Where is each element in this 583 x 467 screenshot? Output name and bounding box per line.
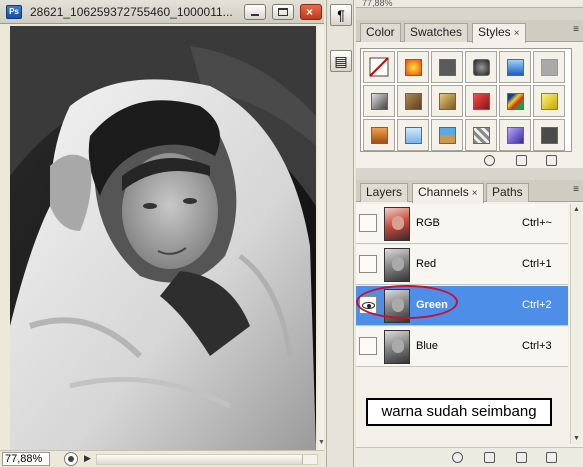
channel-shortcut: Ctrl+~ <box>522 217 552 229</box>
chrome-icon[interactable] <box>465 119 497 151</box>
tab-close-icon[interactable]: × <box>514 28 520 39</box>
styles-panel: Color Swatches Styles × ≡ <box>356 20 583 168</box>
orange-glow-icon[interactable] <box>397 51 429 83</box>
new-style-icon[interactable] <box>516 155 527 166</box>
channel-row-red[interactable]: Red Ctrl+1 <box>356 245 568 285</box>
channel-row-rgb[interactable]: RGB Ctrl+~ <box>356 204 568 244</box>
styles-grid <box>360 48 572 152</box>
rainbow-stripe-icon[interactable] <box>499 85 531 117</box>
delete-channel-icon[interactable] <box>546 452 557 463</box>
status-info-icon[interactable] <box>64 452 78 466</box>
styles-panel-tabbar: Color Swatches Styles × ≡ <box>356 20 583 43</box>
layers-panel: Layers Channels × Paths ≡ RGB Ctrl+~ Red … <box>356 180 583 467</box>
status-menu-arrow-icon[interactable]: ▶ <box>84 453 91 464</box>
channel-thumbnail <box>384 207 410 241</box>
new-channel-icon[interactable] <box>516 452 527 463</box>
gray-bevel-icon[interactable] <box>363 85 395 117</box>
tab-close-icon[interactable]: × <box>472 188 478 199</box>
zoom-level-field[interactable]: 77,88% <box>2 452 50 466</box>
maximize-button[interactable] <box>272 4 294 20</box>
right-panels: 77,88% Color Swatches Styles × ≡ Layers … <box>356 0 583 467</box>
channel-name: Blue <box>416 340 439 352</box>
panel-menu-icon[interactable]: ≡ <box>573 24 579 35</box>
horizontal-scroll-thumb[interactable] <box>97 455 303 464</box>
channel-shortcut: Ctrl+3 <box>522 340 552 352</box>
vertical-scrollbar[interactable]: ▼ <box>318 26 325 450</box>
gray-flat-icon[interactable] <box>533 51 565 83</box>
annotation-label: warna sudah seimbang <box>366 398 552 426</box>
channel-thumbnail <box>384 248 410 282</box>
status-bar: 77,88% ▶ <box>0 450 324 467</box>
maximize-icon <box>278 8 288 16</box>
document-window: Ps 28621_106259372755460_1000011... × ▼ … <box>0 0 325 467</box>
gold-bevel-icon[interactable] <box>431 85 463 117</box>
save-selection-icon[interactable] <box>484 452 495 463</box>
channel-name: RGB <box>416 217 440 229</box>
top-edge-strip: 77,88% <box>356 0 583 8</box>
delete-style-icon[interactable] <box>546 155 557 166</box>
none-style-icon[interactable] <box>363 51 395 83</box>
tab-paths[interactable]: Paths <box>486 183 529 202</box>
tab-styles[interactable]: Styles × <box>472 23 526 43</box>
brown-bevel-icon[interactable] <box>397 85 429 117</box>
scroll-down-arrow-icon[interactable]: ▼ <box>573 435 580 442</box>
channel-row-blue[interactable]: Blue Ctrl+3 <box>356 327 568 367</box>
photoshop-doc-icon: Ps <box>6 5 22 19</box>
dark-gray-icon[interactable] <box>533 119 565 151</box>
styles-scrollbar[interactable] <box>573 48 581 152</box>
purple-glass-icon[interactable] <box>499 119 531 151</box>
blue-glass-icon[interactable] <box>499 51 531 83</box>
layers-panel-tabbar: Layers Channels × Paths ≡ <box>356 180 583 203</box>
copper-icon[interactable] <box>363 119 395 151</box>
document-title-bar[interactable]: Ps 28621_106259372755460_1000011... × <box>0 0 324 24</box>
highlight-ellipse <box>356 285 458 319</box>
panel-menu-icon[interactable]: ≡ <box>573 184 579 195</box>
channel-list: RGB Ctrl+~ Red Ctrl+1 Green Ctrl+2 Blue <box>356 204 568 370</box>
image-canvas[interactable] <box>10 26 316 450</box>
channel-name: Red <box>416 258 437 270</box>
document-title: 28621_106259372755460_1000011... <box>30 5 233 19</box>
close-icon: × <box>306 5 314 19</box>
visibility-toggle[interactable] <box>359 255 377 273</box>
load-selection-icon[interactable] <box>452 452 463 463</box>
light-blue-icon[interactable] <box>397 119 429 151</box>
minimize-icon <box>251 14 259 16</box>
red-bevel-icon[interactable] <box>465 85 497 117</box>
tab-channels[interactable]: Channels × <box>412 183 484 203</box>
tab-color[interactable]: Color <box>360 23 401 42</box>
minimize-button[interactable] <box>244 4 266 20</box>
dark-gloss-icon[interactable] <box>465 51 497 83</box>
yellow-puzzle-icon[interactable] <box>533 85 565 117</box>
styles-panel-footer <box>356 154 583 168</box>
channel-thumbnail <box>384 330 410 364</box>
navigator-panel-button[interactable]: ▤ <box>330 50 352 72</box>
gray-button-icon[interactable] <box>431 51 463 83</box>
panel-dock-strip: ¶ ▤ <box>326 0 354 467</box>
channel-shortcut: Ctrl+1 <box>522 258 552 270</box>
grayscale-portrait-image <box>10 26 316 450</box>
channel-row-green[interactable]: Green Ctrl+2 <box>356 285 568 326</box>
horizontal-scrollbar[interactable] <box>96 454 318 465</box>
tab-swatches[interactable]: Swatches <box>404 23 469 42</box>
channels-panel-footer <box>356 447 583 467</box>
tab-layers[interactable]: Layers <box>360 183 409 202</box>
paragraph-panel-button[interactable]: ¶ <box>330 4 352 26</box>
sky-landscape-icon[interactable] <box>431 119 463 151</box>
visibility-toggle[interactable] <box>359 337 377 355</box>
clear-style-icon[interactable] <box>484 155 495 166</box>
channels-scrollbar[interactable]: ▲ ▼ <box>570 204 581 444</box>
scroll-down-arrow-icon[interactable]: ▼ <box>318 439 325 446</box>
scroll-up-arrow-icon[interactable]: ▲ <box>573 206 580 213</box>
channel-shortcut: Ctrl+2 <box>522 299 552 311</box>
close-button[interactable]: × <box>300 4 322 20</box>
visibility-toggle[interactable] <box>359 214 377 232</box>
